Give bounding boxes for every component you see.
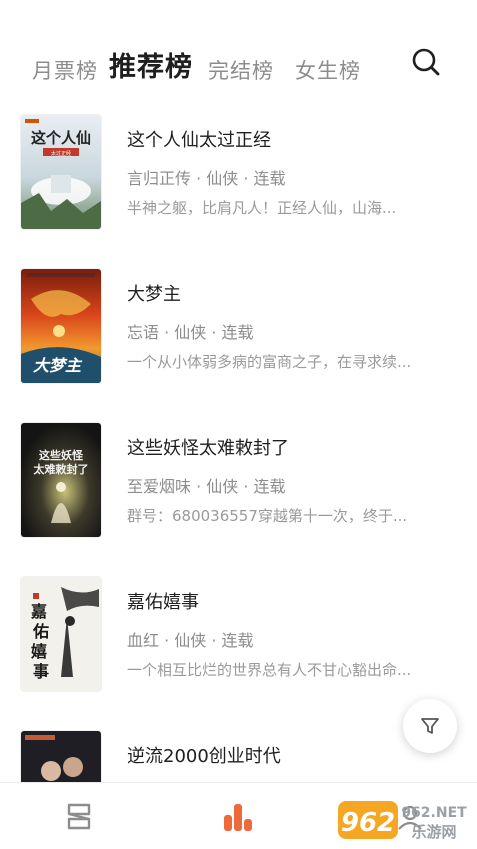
filter-icon [421, 718, 439, 734]
watermark-bottom-text: 乐游网 [411, 823, 456, 841]
list-item[interactable]: 这个人仙 太过正经 这个人仙太过正经 言归正传 · 仙侠 · 连载 半神之躯，比… [0, 112, 477, 232]
book-title: 逆流2000创业时代 [127, 746, 281, 767]
svg-text:大梦主: 大梦主 [33, 356, 83, 375]
book-title: 这个人仙太过正经 [127, 130, 271, 151]
book-title: 嘉佑嬉事 [127, 592, 199, 613]
watermark-logo: 962 962.NET 乐游网 [336, 797, 470, 843]
tab-recommended[interactable]: 推荐榜 [109, 45, 193, 84]
book-cover: 这些妖怪 太难敕封了 [21, 423, 101, 537]
book-title: 大梦主 [127, 284, 181, 305]
book-title: 这些妖怪太难敕封了 [127, 438, 289, 459]
svg-text:嘉: 嘉 [30, 602, 47, 621]
svg-text:这些妖怪: 这些妖怪 [39, 448, 84, 462]
book-description: 一个相互比烂的世界总有人不甘心豁出命... [127, 661, 412, 679]
book-meta: 言归正传 · 仙侠 · 连载 [127, 169, 286, 188]
book-meta: 血红 · 仙侠 · 连载 [127, 631, 254, 650]
nav-rankings[interactable] [188, 783, 288, 849]
book-list: 这个人仙 太过正经 这个人仙太过正经 言归正传 · 仙侠 · 连载 半神之躯，比… [0, 112, 477, 782]
search-icon [412, 48, 440, 76]
app-root: 月票榜 推荐榜 完结榜 女生榜 这个人仙 太过正经 这个人仙太过正经 言归正传 … [0, 0, 477, 849]
tab-completed[interactable]: 完结榜 [208, 55, 274, 85]
svg-text:事: 事 [33, 662, 49, 681]
svg-text:这个人仙: 这个人仙 [31, 129, 91, 147]
svg-text:嬉: 嬉 [30, 642, 47, 661]
bookshelf-icon [67, 803, 91, 830]
list-item[interactable]: 嘉 佑 嬉 事 嘉佑嬉事 血红 · 仙侠 · 连载 一个相互比烂的世界总有人不甘… [0, 574, 477, 694]
svg-text:佑: 佑 [32, 622, 49, 641]
book-meta: 至爱烟味 · 仙侠 · 连载 [127, 477, 286, 496]
book-cover: 嘉 佑 嬉 事 [21, 577, 101, 691]
book-cover: 大梦主 [21, 269, 101, 383]
filter-button[interactable] [403, 699, 457, 753]
book-meta: 忘语 · 仙侠 · 连载 [127, 323, 254, 342]
book-cover [21, 731, 101, 782]
book-description: 一个从小体弱多病的富商之子，在寻求续... [127, 353, 412, 371]
tab-monthly-ticket[interactable]: 月票榜 [32, 55, 98, 85]
nav-bookshelf[interactable] [30, 783, 130, 849]
bar-chart-icon [224, 804, 252, 831]
svg-text:太难敕封了: 太难敕封了 [33, 462, 89, 476]
list-item[interactable]: 大梦主 大梦主 忘语 · 仙侠 · 连载 一个从小体弱多病的富商之子，在寻求续.… [0, 266, 477, 386]
ranking-tab-bar: 月票榜 推荐榜 完结榜 女生榜 [0, 0, 477, 100]
book-description: 群号：680036557穿越第十一次，终于... [127, 507, 408, 525]
tab-female[interactable]: 女生榜 [295, 55, 361, 85]
search-button[interactable] [410, 46, 442, 78]
list-item[interactable]: 这些妖怪 太难敕封了 这些妖怪太难敕封了 至爱烟味 · 仙侠 · 连载 群号：6… [0, 420, 477, 540]
svg-text:太过正经: 太过正经 [51, 150, 71, 157]
book-description: 半神之躯，比肩凡人！正经人仙，山海... [127, 199, 397, 217]
svg-text:962: 962 [341, 808, 395, 838]
watermark-top-text: 962.NET [401, 805, 467, 821]
book-cover: 这个人仙 太过正经 [21, 115, 101, 229]
